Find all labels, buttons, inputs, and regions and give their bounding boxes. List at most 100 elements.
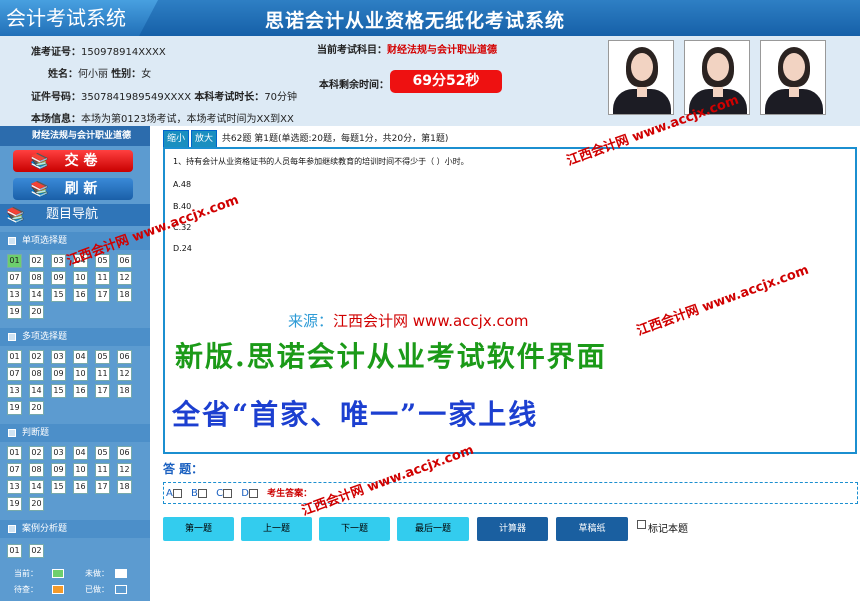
ticket-number: 准考证号：150978914XXXX <box>31 47 166 58</box>
question-summary: 共62题 第1题(单选题:20题，每题1分，共20分，第1题) <box>221 134 449 144</box>
promo-headline: 新版.思诺会计从业考试软件界面 <box>175 340 607 373</box>
candidate-photo <box>760 40 826 115</box>
question-nav-button[interactable]: 02 <box>29 350 44 364</box>
question-nav-button[interactable]: 20 <box>29 401 44 415</box>
question-nav-button[interactable]: 07 <box>7 271 22 285</box>
prev-question-button[interactable]: 上一题 <box>241 517 312 541</box>
question-nav-button[interactable]: 11 <box>95 271 110 285</box>
question-nav-button[interactable]: 15 <box>51 480 66 494</box>
question-nav-button[interactable]: 18 <box>117 288 132 302</box>
question-nav-button[interactable]: 02 <box>29 254 44 268</box>
question-nav-button[interactable]: 12 <box>117 367 132 381</box>
question-nav-button[interactable]: 08 <box>29 271 44 285</box>
question-nav-button[interactable]: 01 <box>7 446 22 460</box>
question-nav-button[interactable]: 13 <box>7 384 22 398</box>
question-nav-button[interactable]: 06 <box>117 446 132 460</box>
question-nav-button[interactable]: 19 <box>7 497 22 511</box>
question-nav-button[interactable]: 06 <box>117 254 132 268</box>
question-nav-button[interactable]: 18 <box>117 384 132 398</box>
question-nav-button[interactable]: 18 <box>117 480 132 494</box>
question-nav-button[interactable]: 07 <box>7 463 22 477</box>
legend-undone: 未做： <box>85 568 127 579</box>
question-text: 1、持有会计从业资格证书的人员每年参加继续教育的培训时间不得少于（ ）小时。 <box>173 157 469 166</box>
question-nav-button[interactable]: 13 <box>7 480 22 494</box>
books-icon: 📚 <box>30 152 49 170</box>
section-multi-choice[interactable]: 多项选择题 <box>0 328 150 346</box>
question-nav-button[interactable]: 20 <box>29 497 44 511</box>
choice-b[interactable]: B <box>191 488 213 499</box>
question-nav-button[interactable]: 14 <box>29 288 44 302</box>
question-nav-button[interactable]: 10 <box>73 463 88 477</box>
question-nav-button[interactable]: 08 <box>29 463 44 477</box>
question-nav-button[interactable]: 04 <box>73 350 88 364</box>
section-case-analysis[interactable]: 案例分析题 <box>0 520 150 538</box>
refresh-label: 刷 新 <box>64 181 98 197</box>
books-icon: 📚 <box>30 180 49 198</box>
question-nav-button[interactable]: 07 <box>7 367 22 381</box>
remaining-time-label: 本科剩余时间： <box>319 80 389 91</box>
question-nav-button[interactable]: 12 <box>117 463 132 477</box>
question-nav-button[interactable]: 01 <box>7 350 22 364</box>
question-nav-button[interactable]: 02 <box>29 544 44 558</box>
question-nav-button[interactable]: 08 <box>29 367 44 381</box>
question-nav-button[interactable]: 13 <box>7 288 22 302</box>
choice-d[interactable]: D <box>241 488 264 499</box>
question-nav-button[interactable]: 15 <box>51 384 66 398</box>
question-nav-button[interactable]: 05 <box>95 446 110 460</box>
question-nav-button[interactable]: 16 <box>73 288 88 302</box>
question-nav-button[interactable]: 14 <box>29 480 44 494</box>
calculator-button[interactable]: 计算器 <box>477 517 548 541</box>
room-info: 本场信息：本场为第0123场考试，本场考试时间为XX到XX <box>31 114 294 125</box>
title-bar: 会计考试系统 思诺会计从业资格无纸化考试系统 <box>0 0 860 36</box>
question-nav-button[interactable]: 09 <box>51 367 66 381</box>
question-nav-button[interactable]: 01 <box>7 544 22 558</box>
question-nav-button[interactable]: 17 <box>95 384 110 398</box>
next-question-button[interactable]: 下一题 <box>319 517 390 541</box>
sidebar-subject: 财经法规与会计职业道德 <box>0 126 150 146</box>
question-nav-button[interactable]: 19 <box>7 305 22 319</box>
question-nav-button[interactable]: 01 <box>7 254 22 268</box>
answer-label: 答 题： <box>163 462 204 476</box>
question-nav-button[interactable]: 12 <box>117 271 132 285</box>
legend-pending: 待查： <box>14 584 64 595</box>
legend-done: 已做： <box>85 584 127 595</box>
system-title: 思诺会计从业资格无纸化考试系统 <box>265 10 566 32</box>
question-toolbar: 缩小 放大 共62题 第1题(单选题:20题，每题1分，共20分，第1题) <box>163 130 858 149</box>
question-nav-button[interactable]: 03 <box>51 446 66 460</box>
question-nav-button[interactable]: 17 <box>95 288 110 302</box>
question-nav-button[interactable]: 03 <box>51 350 66 364</box>
question-nav-button[interactable]: 19 <box>7 401 22 415</box>
question-nav-button[interactable]: 14 <box>29 384 44 398</box>
question-nav-button[interactable]: 02 <box>29 446 44 460</box>
choice-a[interactable]: A <box>166 488 188 499</box>
sidebar: 📚 财经法规与会计职业道德 交 卷 📚 刷 新 📚 题目导航 📚 单项选择题 0… <box>0 126 150 601</box>
question-nav-button[interactable]: 03 <box>51 254 66 268</box>
question-nav-button[interactable]: 17 <box>95 480 110 494</box>
question-nav-button[interactable]: 05 <box>95 350 110 364</box>
question-nav-button[interactable]: 11 <box>95 367 110 381</box>
question-nav-button[interactable]: 09 <box>51 463 66 477</box>
option-d: D.24 <box>173 244 192 253</box>
question-nav-button[interactable]: 10 <box>73 271 88 285</box>
question-nav-button[interactable]: 10 <box>73 367 88 381</box>
question-nav-button[interactable]: 11 <box>95 463 110 477</box>
first-question-button[interactable]: 第一题 <box>163 517 234 541</box>
answer-area: 答 题： <box>163 460 858 477</box>
question-nav-button[interactable]: 09 <box>51 271 66 285</box>
section-true-false[interactable]: 判断题 <box>0 424 150 442</box>
question-nav-button[interactable]: 16 <box>73 384 88 398</box>
mark-question-checkbox[interactable]: 标记本题 <box>637 520 688 535</box>
mark-label: 标记本题 <box>648 524 688 535</box>
question-nav-button[interactable]: 15 <box>51 288 66 302</box>
id-number: 证件号码：3507841989549XXXX 本科考试时长：70分钟 <box>31 92 298 103</box>
question-nav-button[interactable]: 04 <box>73 446 88 460</box>
draft-paper-button[interactable]: 草稿纸 <box>556 517 628 541</box>
question-nav-button[interactable]: 16 <box>73 480 88 494</box>
answer-choices: A B C D 考生答案： <box>163 482 858 504</box>
question-nav-button[interactable]: 20 <box>29 305 44 319</box>
question-nav-button[interactable]: 06 <box>117 350 132 364</box>
books-icon: 📚 <box>6 206 25 224</box>
source-caption: 来源：江西会计网 www.accjx.com <box>288 312 529 330</box>
choice-c[interactable]: C <box>216 488 238 499</box>
last-question-button[interactable]: 最后一题 <box>397 517 469 541</box>
